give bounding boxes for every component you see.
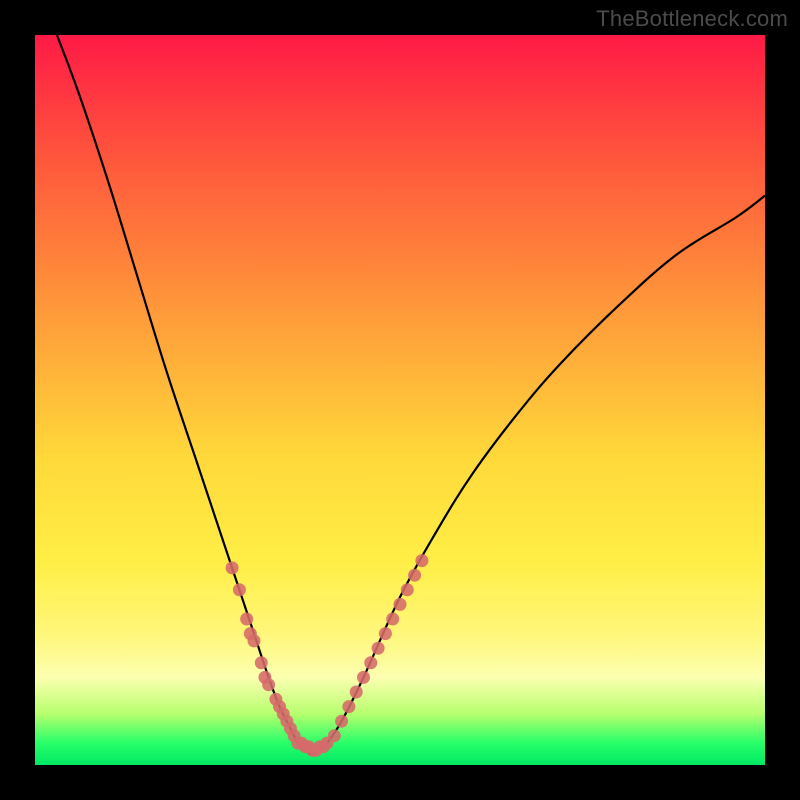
- curve-markers: [226, 554, 429, 757]
- marker-dot: [364, 656, 377, 669]
- plot-area: [35, 35, 765, 765]
- bottleneck-curve: [57, 35, 765, 754]
- marker-dot: [255, 656, 268, 669]
- marker-dot: [335, 715, 348, 728]
- marker-dot: [328, 729, 341, 742]
- marker-dot: [240, 613, 253, 626]
- marker-dot: [226, 561, 239, 574]
- marker-dot: [394, 598, 407, 611]
- chart-curve-layer: [35, 35, 765, 765]
- chart-frame: TheBottleneck.com: [0, 0, 800, 800]
- marker-dot: [415, 554, 428, 567]
- marker-dot: [372, 642, 385, 655]
- marker-dot: [262, 678, 275, 691]
- marker-dot: [379, 627, 392, 640]
- marker-dot: [350, 686, 363, 699]
- marker-dot: [401, 583, 414, 596]
- marker-dot: [342, 700, 355, 713]
- marker-dot: [386, 613, 399, 626]
- marker-dot: [248, 634, 261, 647]
- marker-dot: [357, 671, 370, 684]
- marker-dot: [408, 569, 421, 582]
- watermark-text: TheBottleneck.com: [596, 6, 788, 32]
- marker-dot: [233, 583, 246, 596]
